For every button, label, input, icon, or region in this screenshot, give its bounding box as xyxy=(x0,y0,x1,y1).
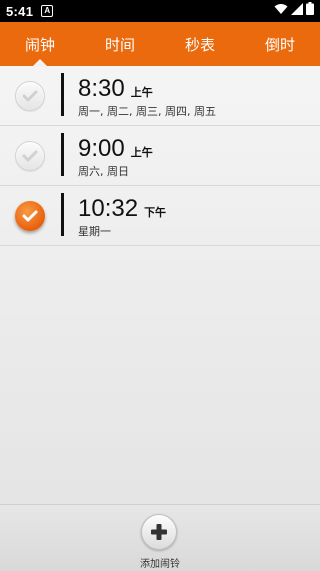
alarm-time-value: 8:30 xyxy=(78,75,125,102)
tab-stopwatch-label: 秒表 xyxy=(184,35,215,54)
alarm-list: 8:30 上午 周一, 周二, 周三, 周四, 周五 9:00 上午 周六, 周… xyxy=(0,66,320,246)
alarm-time-value: 9:00 xyxy=(78,135,125,162)
alarm-item[interactable]: 9:00 上午 周六, 周日 xyxy=(0,126,320,186)
add-alarm-label[interactable]: 添加闹铃 xyxy=(0,555,320,570)
status-bar: 5:41 A xyxy=(0,0,320,22)
alarm-toggle-check-icon[interactable] xyxy=(15,201,45,231)
notification-icon: A xyxy=(41,5,54,17)
tab-clock[interactable]: 时间 xyxy=(80,22,160,66)
alarm-toggle-check-icon[interactable] xyxy=(15,81,45,111)
alarm-time: 9:00 上午 xyxy=(78,135,153,163)
status-time: 5:41 xyxy=(6,3,34,19)
alarm-repeat-days: 星期一 xyxy=(78,225,111,238)
divider-bar xyxy=(61,133,64,176)
alarm-ampm: 上午 xyxy=(130,146,153,159)
alarm-ampm: 下午 xyxy=(144,206,167,219)
bottom-bar: 添加闹铃 xyxy=(0,504,320,571)
tab-clock-label: 时间 xyxy=(104,35,135,54)
alarm-item[interactable]: 10:32 下午 星期一 xyxy=(0,186,320,246)
tab-alarm-label: 闹钟 xyxy=(24,35,55,54)
alarm-repeat-days: 周六, 周日 xyxy=(78,165,129,178)
tab-timer[interactable]: 倒时 xyxy=(240,22,320,66)
add-alarm-button[interactable] xyxy=(141,514,177,550)
alarm-time: 8:30 上午 xyxy=(78,75,153,103)
plus-icon xyxy=(151,524,167,540)
divider-bar xyxy=(61,193,64,236)
tab-alarm[interactable]: 闹钟 xyxy=(0,22,80,66)
battery-icon xyxy=(306,2,314,20)
signal-icon xyxy=(291,2,303,20)
active-tab-indicator xyxy=(33,59,47,66)
alarm-repeat-days: 周一, 周二, 周三, 周四, 周五 xyxy=(78,105,216,118)
alarm-ampm: 上午 xyxy=(130,86,153,99)
status-indicators xyxy=(274,2,314,20)
tab-timer-label: 倒时 xyxy=(264,35,295,54)
tab-bar: 闹钟 时间 秒表 倒时 xyxy=(0,22,320,66)
alarm-time: 10:32 下午 xyxy=(78,195,166,223)
alarm-toggle-check-icon[interactable] xyxy=(15,141,45,171)
alarm-time-value: 10:32 xyxy=(78,195,139,222)
wifi-icon xyxy=(274,2,288,20)
alarm-item[interactable]: 8:30 上午 周一, 周二, 周三, 周四, 周五 xyxy=(0,66,320,126)
divider-bar xyxy=(61,73,64,116)
tab-stopwatch[interactable]: 秒表 xyxy=(160,22,240,66)
